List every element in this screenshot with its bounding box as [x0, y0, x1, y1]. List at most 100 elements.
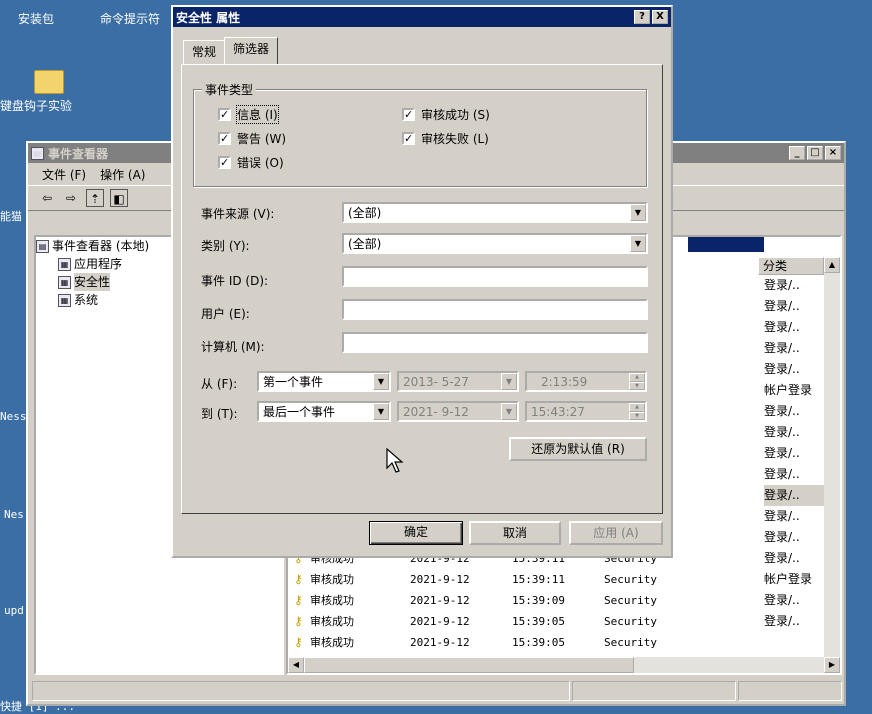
tab-strip: 常规 筛选器 [183, 37, 279, 64]
help-button[interactable]: ? [634, 10, 650, 24]
scroll-up-icon[interactable]: ▲ [824, 257, 840, 273]
event-viewer-icon: ▤ [36, 239, 49, 253]
folder-icon [34, 70, 64, 94]
checkbox-label: 错误 (O) [237, 156, 284, 170]
apply-button[interactable]: 应用 (A) [569, 521, 663, 545]
dropdown-arrow-icon: ▼ [501, 403, 517, 420]
tab-general[interactable]: 常规 [183, 40, 226, 64]
desktop-icon-installer[interactable]: 安装包 [18, 10, 54, 27]
event-viewer-icon: ▤ [31, 146, 44, 160]
category-select[interactable]: (全部) ▼ [342, 233, 648, 254]
event-time: 15:39:05 [512, 636, 565, 649]
maximize-button[interactable]: □ [807, 146, 823, 160]
event-type: 审核成功 [310, 594, 354, 607]
window-title: 事件查看器 [48, 146, 109, 161]
ok-button[interactable]: 确定 [369, 521, 463, 545]
status-bar [32, 681, 842, 701]
group-title: 事件类型 [202, 81, 257, 98]
to-time-picker: 15:43:27 ▲ ▼ [525, 401, 647, 422]
back-arrow-icon[interactable]: ⇦ [38, 189, 56, 207]
category-cell: 登录/.. [764, 530, 800, 544]
checkbox-box: ✓ [218, 156, 231, 169]
event-date: 2021-9-12 [410, 615, 470, 628]
tree-item-label: 系统 [74, 293, 99, 307]
menu-file[interactable]: 文件 (F) [42, 166, 86, 183]
warning-checkbox[interactable]: ✓ 警告 (W) [218, 130, 286, 147]
dropdown-arrow-icon[interactable]: ▼ [630, 235, 646, 252]
cancel-button[interactable]: 取消 [469, 521, 561, 545]
forward-arrow-icon[interactable]: ⇨ [62, 189, 80, 207]
info-checkbox[interactable]: ✓ 信息 (I) [218, 105, 279, 124]
column-header-category[interactable]: 分类 [758, 257, 824, 275]
scrollbar-track[interactable] [824, 273, 840, 657]
event-time: 15:39:05 [512, 615, 565, 628]
tab-filter[interactable]: 筛选器 [224, 37, 279, 64]
category-cell: 登录/.. [764, 467, 800, 481]
column-header-label: 分类 [763, 259, 788, 273]
status-cell [738, 681, 842, 701]
checkbox-label: 信息 (I) [236, 105, 279, 124]
desktop-icon-keyboard-hook[interactable]: 键盘钩子实验 [0, 70, 72, 114]
category-label: 类别 (Y): [201, 239, 250, 253]
show-hide-tree-icon[interactable]: ◧ [110, 189, 128, 207]
key-icon: ⚷ [294, 614, 303, 628]
security-properties-dialog: 安全性 属性 ? X 常规 筛选器 事件类型 ✓ 信息 (I) ✓ 警告 (W)… [171, 5, 673, 558]
audit-failure-checkbox[interactable]: ✓ 审核失败 (L) [402, 130, 489, 147]
event-source-select[interactable]: (全部) ▼ [342, 202, 648, 223]
table-row[interactable]: ⚷ 审核成功 2021-9-12 15:39:11 Security [288, 569, 758, 590]
computer-input[interactable] [342, 332, 648, 353]
dialog-titlebar[interactable]: 安全性 属性 ? X [173, 7, 671, 27]
minimize-button[interactable]: _ [789, 146, 805, 160]
event-source: Security [604, 615, 657, 628]
event-source-value: (全部) [348, 206, 382, 220]
close-button[interactable]: × [825, 146, 841, 160]
table-row[interactable]: ⚷ 审核成功 2021-9-12 15:39:05 Security [288, 632, 758, 653]
restore-defaults-button[interactable]: 还原为默认值 (R) [509, 437, 647, 461]
dropdown-arrow-icon: ▼ [501, 373, 517, 390]
audit-success-checkbox[interactable]: ✓ 审核成功 (S) [402, 106, 490, 123]
scrollbar-thumb[interactable] [304, 657, 634, 673]
horizontal-scrollbar[interactable]: ◀ ▶ [288, 657, 840, 673]
from-date-picker: 2013- 5-27 ▼ [397, 371, 519, 392]
to-date-picker: 2021- 9-12 ▼ [397, 401, 519, 422]
tree-root-label: 事件查看器 (本地) [52, 239, 150, 253]
close-button[interactable]: X [652, 10, 668, 24]
log-icon: ▦ [58, 275, 71, 289]
menu-action[interactable]: 操作 (A) [100, 166, 145, 183]
vertical-scrollbar[interactable]: ▲ ▼ [824, 257, 840, 673]
desktop-icon-cmd[interactable]: 命令提示符 [100, 10, 160, 27]
scroll-left-icon[interactable]: ◀ [288, 657, 304, 673]
user-input[interactable] [342, 299, 648, 320]
spin-buttons: ▲ ▼ [629, 403, 645, 420]
scroll-right-icon[interactable]: ▶ [824, 657, 840, 673]
event-id-input[interactable] [342, 266, 648, 287]
log-icon: ▦ [58, 257, 71, 271]
status-cell [32, 681, 570, 701]
category-cell: 登录/.. [764, 593, 800, 607]
dropdown-arrow-icon[interactable]: ▼ [373, 403, 389, 420]
error-checkbox[interactable]: ✓ 错误 (O) [218, 154, 284, 171]
checkbox-label: 审核成功 (S) [421, 108, 490, 122]
category-cell: 登录/.. [764, 614, 800, 628]
event-date: 2021-9-12 [410, 636, 470, 649]
category-cell: 登录/.. [764, 404, 800, 418]
category-cell: 登录/.. [764, 341, 800, 355]
dialog-title: 安全性 属性 [176, 10, 241, 25]
category-cell: 登录/.. [764, 485, 824, 506]
from-time: 2:13:59 [541, 374, 588, 389]
event-type: 审核成功 [310, 573, 354, 586]
scrollbar-track[interactable] [634, 657, 824, 673]
from-value: 第一个事件 [263, 375, 324, 389]
desktop-side-text: upd [4, 604, 24, 617]
table-row[interactable]: ⚷ 审核成功 2021-9-12 15:39:05 Security [288, 611, 758, 632]
table-row[interactable]: ⚷ 审核成功 2021-9-12 15:39:09 Security [288, 590, 758, 611]
dropdown-arrow-icon[interactable]: ▼ [630, 204, 646, 221]
up-folder-icon[interactable]: ⇡ [86, 189, 104, 207]
from-time-picker: 2:13:59 ▲ ▼ [525, 371, 647, 392]
from-select[interactable]: 第一个事件 ▼ [257, 371, 391, 392]
dropdown-arrow-icon[interactable]: ▼ [373, 373, 389, 390]
event-types-group: 事件类型 ✓ 信息 (I) ✓ 警告 (W) ✓ 错误 (O) ✓ 审核成功 (… [193, 81, 647, 187]
event-date: 2021-9-12 [410, 594, 470, 607]
event-time: 15:39:09 [512, 594, 565, 607]
to-select[interactable]: 最后一个事件 ▼ [257, 401, 391, 422]
